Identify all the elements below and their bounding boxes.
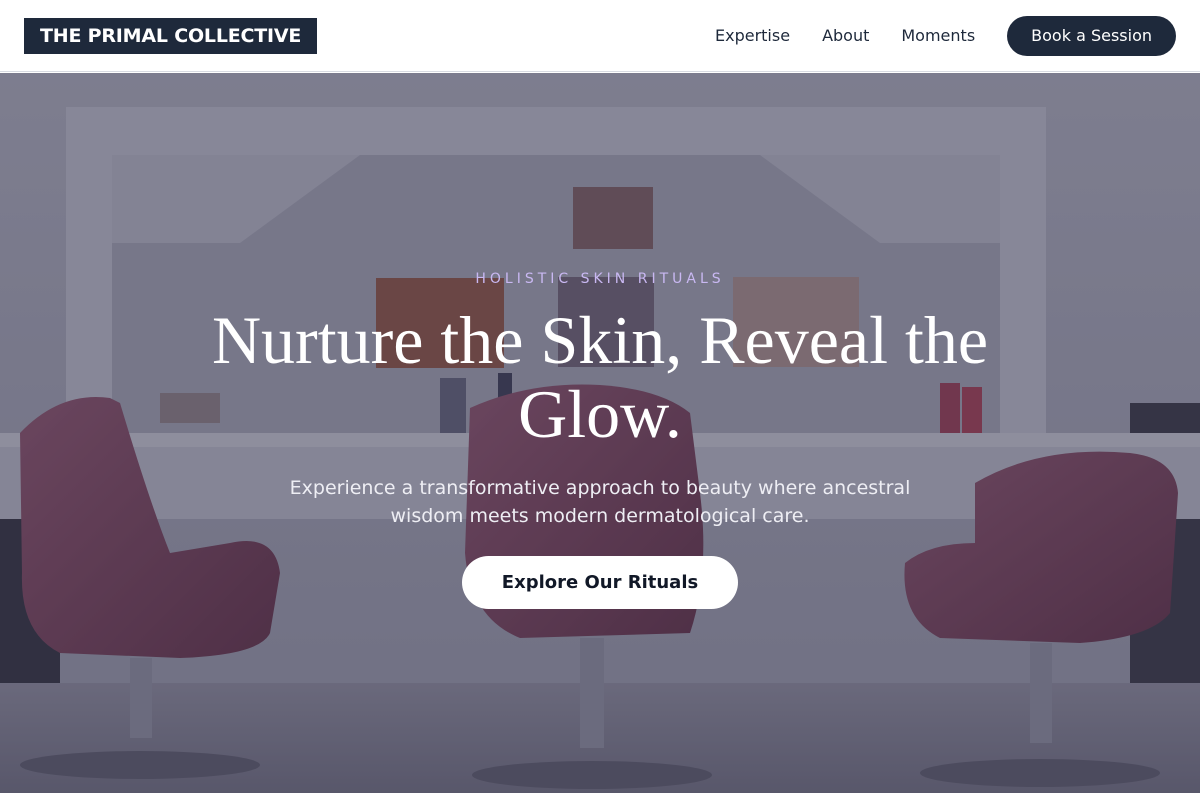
- page-bottom-strip: [0, 793, 1200, 800]
- site-header: THE PRIMAL COLLECTIVE Expertise About Mo…: [0, 0, 1200, 72]
- nav-link-about[interactable]: About: [822, 26, 869, 45]
- hero-content: HOLISTIC SKIN RITUALS Nurture the Skin, …: [0, 73, 1200, 793]
- hero-eyebrow: HOLISTIC SKIN RITUALS: [475, 271, 725, 287]
- hero-section: HOLISTIC SKIN RITUALS Nurture the Skin, …: [0, 73, 1200, 793]
- nav-link-expertise[interactable]: Expertise: [715, 26, 790, 45]
- nav-link-moments[interactable]: Moments: [901, 26, 975, 45]
- main-nav: Expertise About Moments Book a Session: [715, 15, 1176, 56]
- hero-headline: Nurture the Skin, Reveal the Glow.: [211, 302, 989, 452]
- brand-logo[interactable]: THE PRIMAL COLLECTIVE: [24, 17, 318, 54]
- hero-subtext: Experience a transformative approach to …: [289, 477, 911, 527]
- explore-rituals-button[interactable]: Explore Our Rituals: [462, 556, 738, 609]
- book-session-button[interactable]: Book a Session: [1007, 15, 1176, 56]
